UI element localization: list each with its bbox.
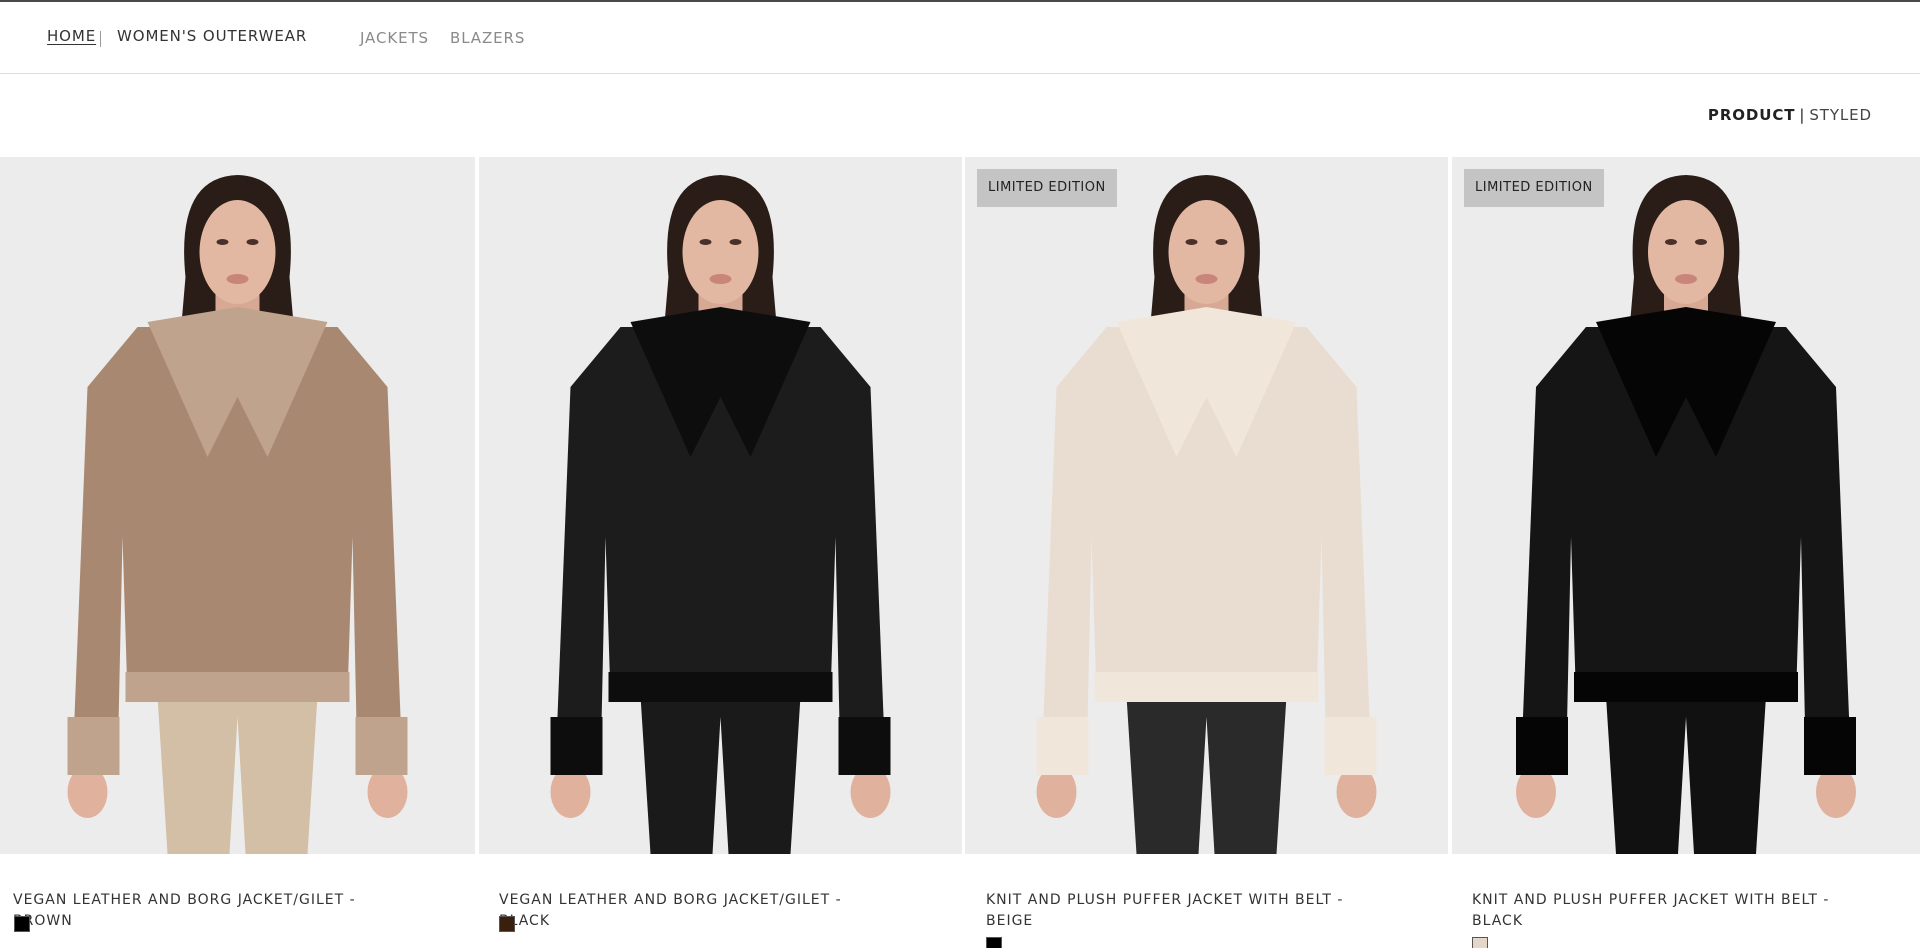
model-illustration bbox=[1516, 175, 1856, 854]
subnav-blazers-link[interactable]: BLAZERS bbox=[450, 29, 525, 47]
view-toggle-separator: | bbox=[1799, 106, 1806, 124]
breadcrumb-separator bbox=[100, 31, 101, 47]
view-toggle: PRODUCT | STYLED bbox=[1708, 106, 1872, 124]
color-swatch[interactable] bbox=[499, 916, 515, 932]
product-grid: VEGAN LEATHER AND BORG JACKET/GILET - BR… bbox=[0, 157, 1920, 948]
product-card[interactable]: LIMITED EDITION KNIT AND PLUSH PUFFER JA… bbox=[1452, 157, 1920, 948]
breadcrumb-current: WOMEN'S OUTERWEAR bbox=[117, 27, 308, 45]
product-title[interactable]: VEGAN LEATHER AND BORG JACKET/GILET - BL… bbox=[499, 890, 879, 932]
limited-edition-badge: LIMITED EDITION bbox=[977, 169, 1117, 207]
product-view-toggle[interactable]: PRODUCT bbox=[1708, 106, 1795, 124]
product-title[interactable]: KNIT AND PLUSH PUFFER JACKET WITH BELT -… bbox=[1472, 890, 1832, 932]
model-illustration bbox=[550, 175, 891, 854]
product-image[interactable]: LIMITED EDITION bbox=[1452, 157, 1920, 854]
limited-edition-badge: LIMITED EDITION bbox=[1464, 169, 1604, 207]
subnav-jackets-link[interactable]: JACKETS bbox=[360, 29, 429, 47]
product-card[interactable]: VEGAN LEATHER AND BORG JACKET/GILET - BL… bbox=[479, 157, 962, 948]
product-image[interactable] bbox=[479, 157, 962, 854]
category-navigation: HOME WOMEN'S OUTERWEAR JACKETS BLAZERS bbox=[0, 2, 1920, 74]
model-illustration bbox=[67, 175, 408, 854]
color-swatch[interactable] bbox=[1472, 937, 1488, 948]
color-swatch[interactable] bbox=[986, 937, 1002, 948]
model-illustration bbox=[1036, 175, 1377, 854]
product-image[interactable] bbox=[0, 157, 475, 854]
color-swatch[interactable] bbox=[14, 916, 30, 932]
breadcrumb-home-link[interactable]: HOME bbox=[47, 27, 96, 45]
product-title[interactable]: KNIT AND PLUSH PUFFER JACKET WITH BELT -… bbox=[986, 890, 1346, 932]
product-card[interactable]: VEGAN LEATHER AND BORG JACKET/GILET - BR… bbox=[0, 157, 475, 948]
product-title[interactable]: VEGAN LEATHER AND BORG JACKET/GILET - BR… bbox=[13, 890, 393, 932]
styled-view-toggle[interactable]: STYLED bbox=[1809, 106, 1872, 124]
product-image[interactable]: LIMITED EDITION bbox=[965, 157, 1448, 854]
product-card[interactable]: LIMITED EDITION KNIT AND PLUSH PUFFER JA… bbox=[965, 157, 1448, 948]
